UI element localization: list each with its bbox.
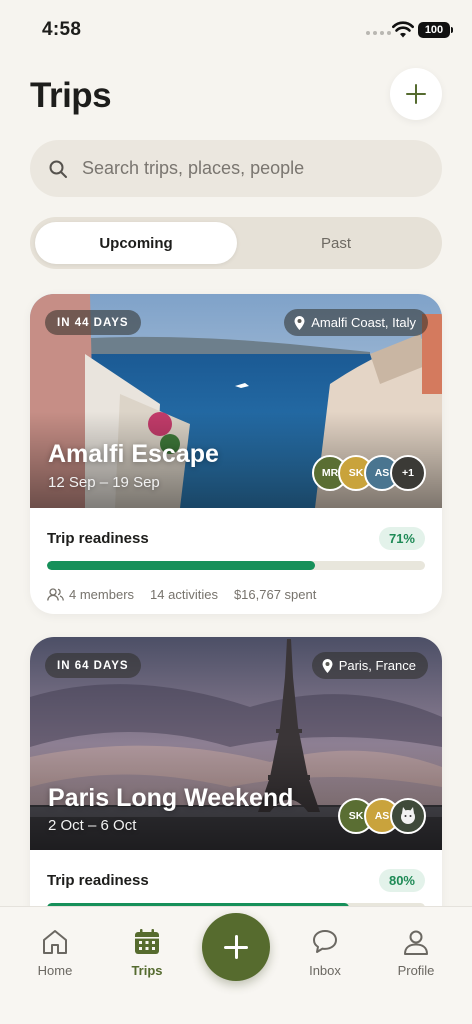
- countdown-badge: IN 64 DAYS: [45, 653, 141, 678]
- members-icon: [47, 588, 64, 601]
- countdown-badge: IN 44 DAYS: [45, 310, 141, 335]
- nav-label: Inbox: [309, 963, 341, 978]
- nav-label: Home: [37, 963, 73, 978]
- trip-card-amalfi[interactable]: IN 44 DAYS Amalfi Coast, Italy Amalfi Es…: [30, 294, 442, 614]
- readiness-progress-bar: [47, 561, 425, 570]
- location-badge: Paris, France: [311, 652, 428, 679]
- trip-name: Paris Long Weekend: [48, 784, 294, 812]
- battery-indicator: 100: [418, 22, 453, 38]
- cat-photo-icon: [401, 807, 415, 824]
- readiness-percent-badge: 71%: [378, 526, 425, 550]
- location-pin-icon: [294, 315, 305, 330]
- nav-profile[interactable]: Profile: [376, 927, 456, 978]
- trip-name: Amalfi Escape: [48, 440, 219, 468]
- activities-count: 14 activities: [150, 587, 218, 602]
- status-bar: 4:58 100: [0, 0, 472, 60]
- profile-icon: [404, 930, 428, 955]
- members-count: 4 members: [69, 587, 135, 602]
- nav-home[interactable]: Home: [15, 927, 95, 978]
- trip-dates: 12 Sep – 19 Sep: [48, 474, 160, 491]
- trip-card-paris[interactable]: IN 64 DAYS Paris, France Paris Long Week…: [30, 637, 442, 937]
- member-avatars[interactable]: MR SK AS +1: [312, 455, 426, 491]
- create-trip-fab[interactable]: [202, 913, 270, 981]
- location-badge: Amalfi Coast, Italy: [284, 309, 428, 336]
- amount-spent: $16,767 spent: [233, 587, 317, 602]
- location-label: Amalfi Coast, Italy: [311, 315, 416, 330]
- trip-stats: 4 members 14 activities $16,767 spent: [47, 587, 425, 602]
- trip-dates: 2 Oct – 6 Oct: [48, 817, 137, 834]
- tab-past[interactable]: Past: [235, 222, 437, 264]
- trip-cover-image: IN 44 DAYS Amalfi Coast, Italy Amalfi Es…: [30, 294, 442, 508]
- readiness-label: Trip readiness: [47, 871, 149, 889]
- search-input[interactable]: [82, 158, 402, 179]
- home-icon: [43, 930, 67, 954]
- nav-label: Trips: [131, 963, 163, 978]
- trip-cover-image: IN 64 DAYS Paris, France Paris Long Week…: [30, 637, 442, 850]
- avatar-overflow-count: +1: [390, 455, 426, 491]
- readiness-percent-badge: 80%: [378, 868, 425, 892]
- wifi-icon: [392, 21, 414, 38]
- location-label: Paris, France: [338, 658, 416, 673]
- avatar-photo: [390, 798, 426, 834]
- tab-upcoming[interactable]: Upcoming: [35, 222, 237, 264]
- nav-trips[interactable]: Trips: [107, 927, 187, 978]
- readiness-progress-fill: [47, 561, 316, 570]
- chat-icon: [313, 930, 337, 953]
- add-trip-button[interactable]: [390, 68, 442, 120]
- search-bar[interactable]: [30, 140, 442, 197]
- page-title: Trips: [30, 76, 112, 115]
- trip-filter-tabs: Upcoming Past: [30, 217, 442, 269]
- nav-inbox[interactable]: Inbox: [285, 927, 365, 978]
- signal-dots-icon: [366, 31, 391, 35]
- search-icon: [49, 160, 67, 178]
- nav-label: Profile: [397, 963, 435, 978]
- status-time: 4:58: [42, 19, 82, 40]
- bottom-tab-bar: Home Trips Inbox Profile: [0, 906, 472, 1024]
- readiness-label: Trip readiness: [47, 529, 149, 547]
- calendar-icon: [135, 929, 159, 954]
- location-pin-icon: [322, 658, 333, 673]
- member-avatars[interactable]: SK AS: [338, 798, 426, 834]
